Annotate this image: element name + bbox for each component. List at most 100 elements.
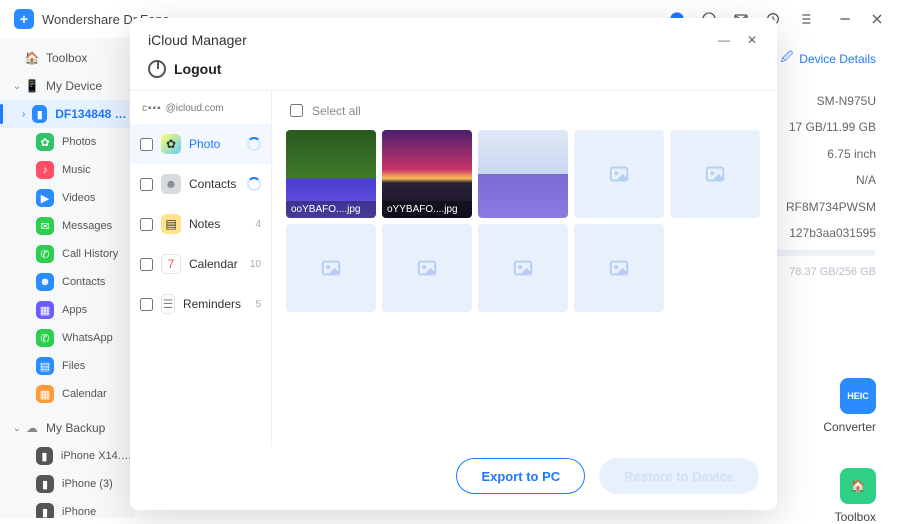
my-device-group[interactable]: ⌄ 📱 My Device <box>0 72 135 100</box>
category-checkbox[interactable] <box>140 218 153 231</box>
category-checkbox[interactable] <box>140 298 153 311</box>
category-calendar[interactable]: 7 Calendar 10 <box>130 244 271 284</box>
image-placeholder-icon <box>382 224 472 312</box>
photo-icon: ✿ <box>161 134 181 154</box>
photo-grid-panel: Select all ooYBAFO....jpg oYYBAFO....jpg <box>272 91 777 446</box>
videos-icon: ▶ <box>36 189 54 207</box>
my-backup-group[interactable]: ⌄ ☁ My Backup <box>0 414 135 442</box>
menu-list-icon[interactable] <box>796 10 814 28</box>
sidebar-item-photos[interactable]: ✿Photos <box>0 128 135 156</box>
category-checkbox[interactable] <box>140 138 153 151</box>
music-icon: ♪ <box>36 161 54 179</box>
image-placeholder-icon <box>478 224 568 312</box>
app-logo: + <box>14 9 34 29</box>
category-checkbox[interactable] <box>140 178 153 191</box>
icloud-manager-modal: iCloud Manager — ✕ Logout c▪▪▪@icloud.co… <box>130 18 777 510</box>
modal-minimize-icon[interactable]: — <box>717 33 731 47</box>
icloud-account: c▪▪▪@icloud.com <box>130 99 271 124</box>
sidebar-item-files[interactable]: ▤Files <box>0 352 135 380</box>
calendar-icon: ▦ <box>36 385 54 403</box>
backup-item[interactable]: ▮iPhone <box>0 498 135 518</box>
whatsapp-icon: ✆ <box>36 329 54 347</box>
restore-to-device-button: Restore to Device <box>599 458 759 494</box>
my-device-label: My Device <box>46 79 102 93</box>
sidebar-item-call-history[interactable]: ✆Call History <box>0 240 135 268</box>
toolbox-icon: 🏠 <box>24 50 40 66</box>
photo-thumbnail[interactable]: oYYBAFO....jpg <box>382 130 472 218</box>
messages-icon: ✉ <box>36 217 54 235</box>
image-placeholder-icon <box>670 130 760 218</box>
notes-icon: ▤ <box>161 214 181 234</box>
phone-icon: ▮ <box>36 475 54 493</box>
backup-item[interactable]: ▮iPhone X14.7-... <box>0 442 135 470</box>
sidebar-item-messages[interactable]: ✉Messages <box>0 212 135 240</box>
photo-grid: ooYBAFO....jpg oYYBAFO....jpg <box>286 130 763 312</box>
device-name: DF134848 Note... <box>55 107 135 121</box>
sidebar-item-device[interactable]: › ▮ DF134848 Note... <box>0 100 135 128</box>
logout-button[interactable]: Logout <box>130 56 777 90</box>
sidebar-item-contacts[interactable]: ☻Contacts <box>0 268 135 296</box>
apps-icon: ▦ <box>36 301 54 319</box>
category-column: c▪▪▪@icloud.com ✿ Photo ☻ Contacts ▤ Not… <box>130 91 272 446</box>
sidebar: 🏠 Toolbox ⌄ 📱 My Device › ▮ DF134848 Not… <box>0 38 135 518</box>
category-checkbox[interactable] <box>140 258 153 271</box>
close-icon[interactable] <box>868 10 886 28</box>
backup-item[interactable]: ▮iPhone (3) <box>0 470 135 498</box>
heic-icon: HEIC <box>840 378 876 414</box>
photo-thumbnail[interactable]: ooYBAFO....jpg <box>286 130 376 218</box>
minimize-icon[interactable] <box>836 10 854 28</box>
toolbox-group[interactable]: 🏠 Toolbox <box>0 44 135 72</box>
modal-header: iCloud Manager — ✕ <box>130 18 777 56</box>
calendar-icon: 7 <box>161 254 181 274</box>
chevron-right-icon: › <box>22 109 30 120</box>
select-all-checkbox[interactable] <box>290 104 303 117</box>
loading-spinner-icon <box>247 177 261 191</box>
photo-placeholder <box>286 224 376 312</box>
category-photo[interactable]: ✿ Photo <box>130 124 271 164</box>
call-history-icon: ✆ <box>36 245 54 263</box>
files-icon: ▤ <box>36 357 54 375</box>
phone-icon: ▮ <box>36 503 54 518</box>
phone-icon: ▮ <box>36 447 53 465</box>
category-notes[interactable]: ▤ Notes 4 <box>130 204 271 244</box>
contacts-icon: ☻ <box>36 273 54 291</box>
sidebar-item-calendar[interactable]: ▦Calendar <box>0 380 135 408</box>
contacts-icon: ☻ <box>161 174 181 194</box>
device-details-link[interactable]: 🖉 Device Details <box>781 48 877 69</box>
photo-placeholder <box>478 224 568 312</box>
photo-placeholder <box>382 224 472 312</box>
device-icon: 📱 <box>24 78 40 94</box>
toolbox-icon: 🏠 <box>840 468 876 504</box>
sidebar-item-apps[interactable]: ▦Apps <box>0 296 135 324</box>
image-placeholder-icon <box>574 224 664 312</box>
phone-icon: ▮ <box>32 105 47 123</box>
sidebar-item-videos[interactable]: ▶Videos <box>0 184 135 212</box>
modal-close-icon[interactable]: ✕ <box>745 33 759 47</box>
category-contacts[interactable]: ☻ Contacts <box>130 164 271 204</box>
photo-placeholder <box>574 130 664 218</box>
feature-toolbox[interactable]: 🏠 Toolbox <box>835 468 876 524</box>
export-to-pc-button[interactable]: Export to PC <box>456 458 585 494</box>
sidebar-item-whatsapp[interactable]: ✆WhatsApp <box>0 324 135 352</box>
details-icon: 🖉 <box>781 48 794 69</box>
loading-spinner-icon <box>247 137 261 151</box>
reminders-icon: ☰ <box>161 294 175 314</box>
select-all[interactable]: Select all <box>286 101 763 120</box>
chevron-down-icon: ⌄ <box>12 81 22 92</box>
toolbox-label: Toolbox <box>46 51 87 65</box>
backup-icon: ☁ <box>24 420 40 436</box>
power-icon <box>148 60 166 78</box>
image-placeholder-icon <box>574 130 664 218</box>
photo-placeholder <box>670 130 760 218</box>
modal-title: iCloud Manager <box>148 32 703 48</box>
my-backup-label: My Backup <box>46 421 105 435</box>
chevron-down-icon: ⌄ <box>12 423 22 434</box>
category-reminders[interactable]: ☰ Reminders 5 <box>130 284 271 324</box>
photos-icon: ✿ <box>36 133 54 151</box>
photo-placeholder <box>574 224 664 312</box>
modal-footer: Export to PC Restore to Device <box>130 446 777 510</box>
sidebar-item-music[interactable]: ♪Music <box>0 156 135 184</box>
feature-heic-converter[interactable]: HEIC Converter <box>823 378 876 434</box>
photo-thumbnail[interactable] <box>478 130 568 218</box>
image-placeholder-icon <box>286 224 376 312</box>
